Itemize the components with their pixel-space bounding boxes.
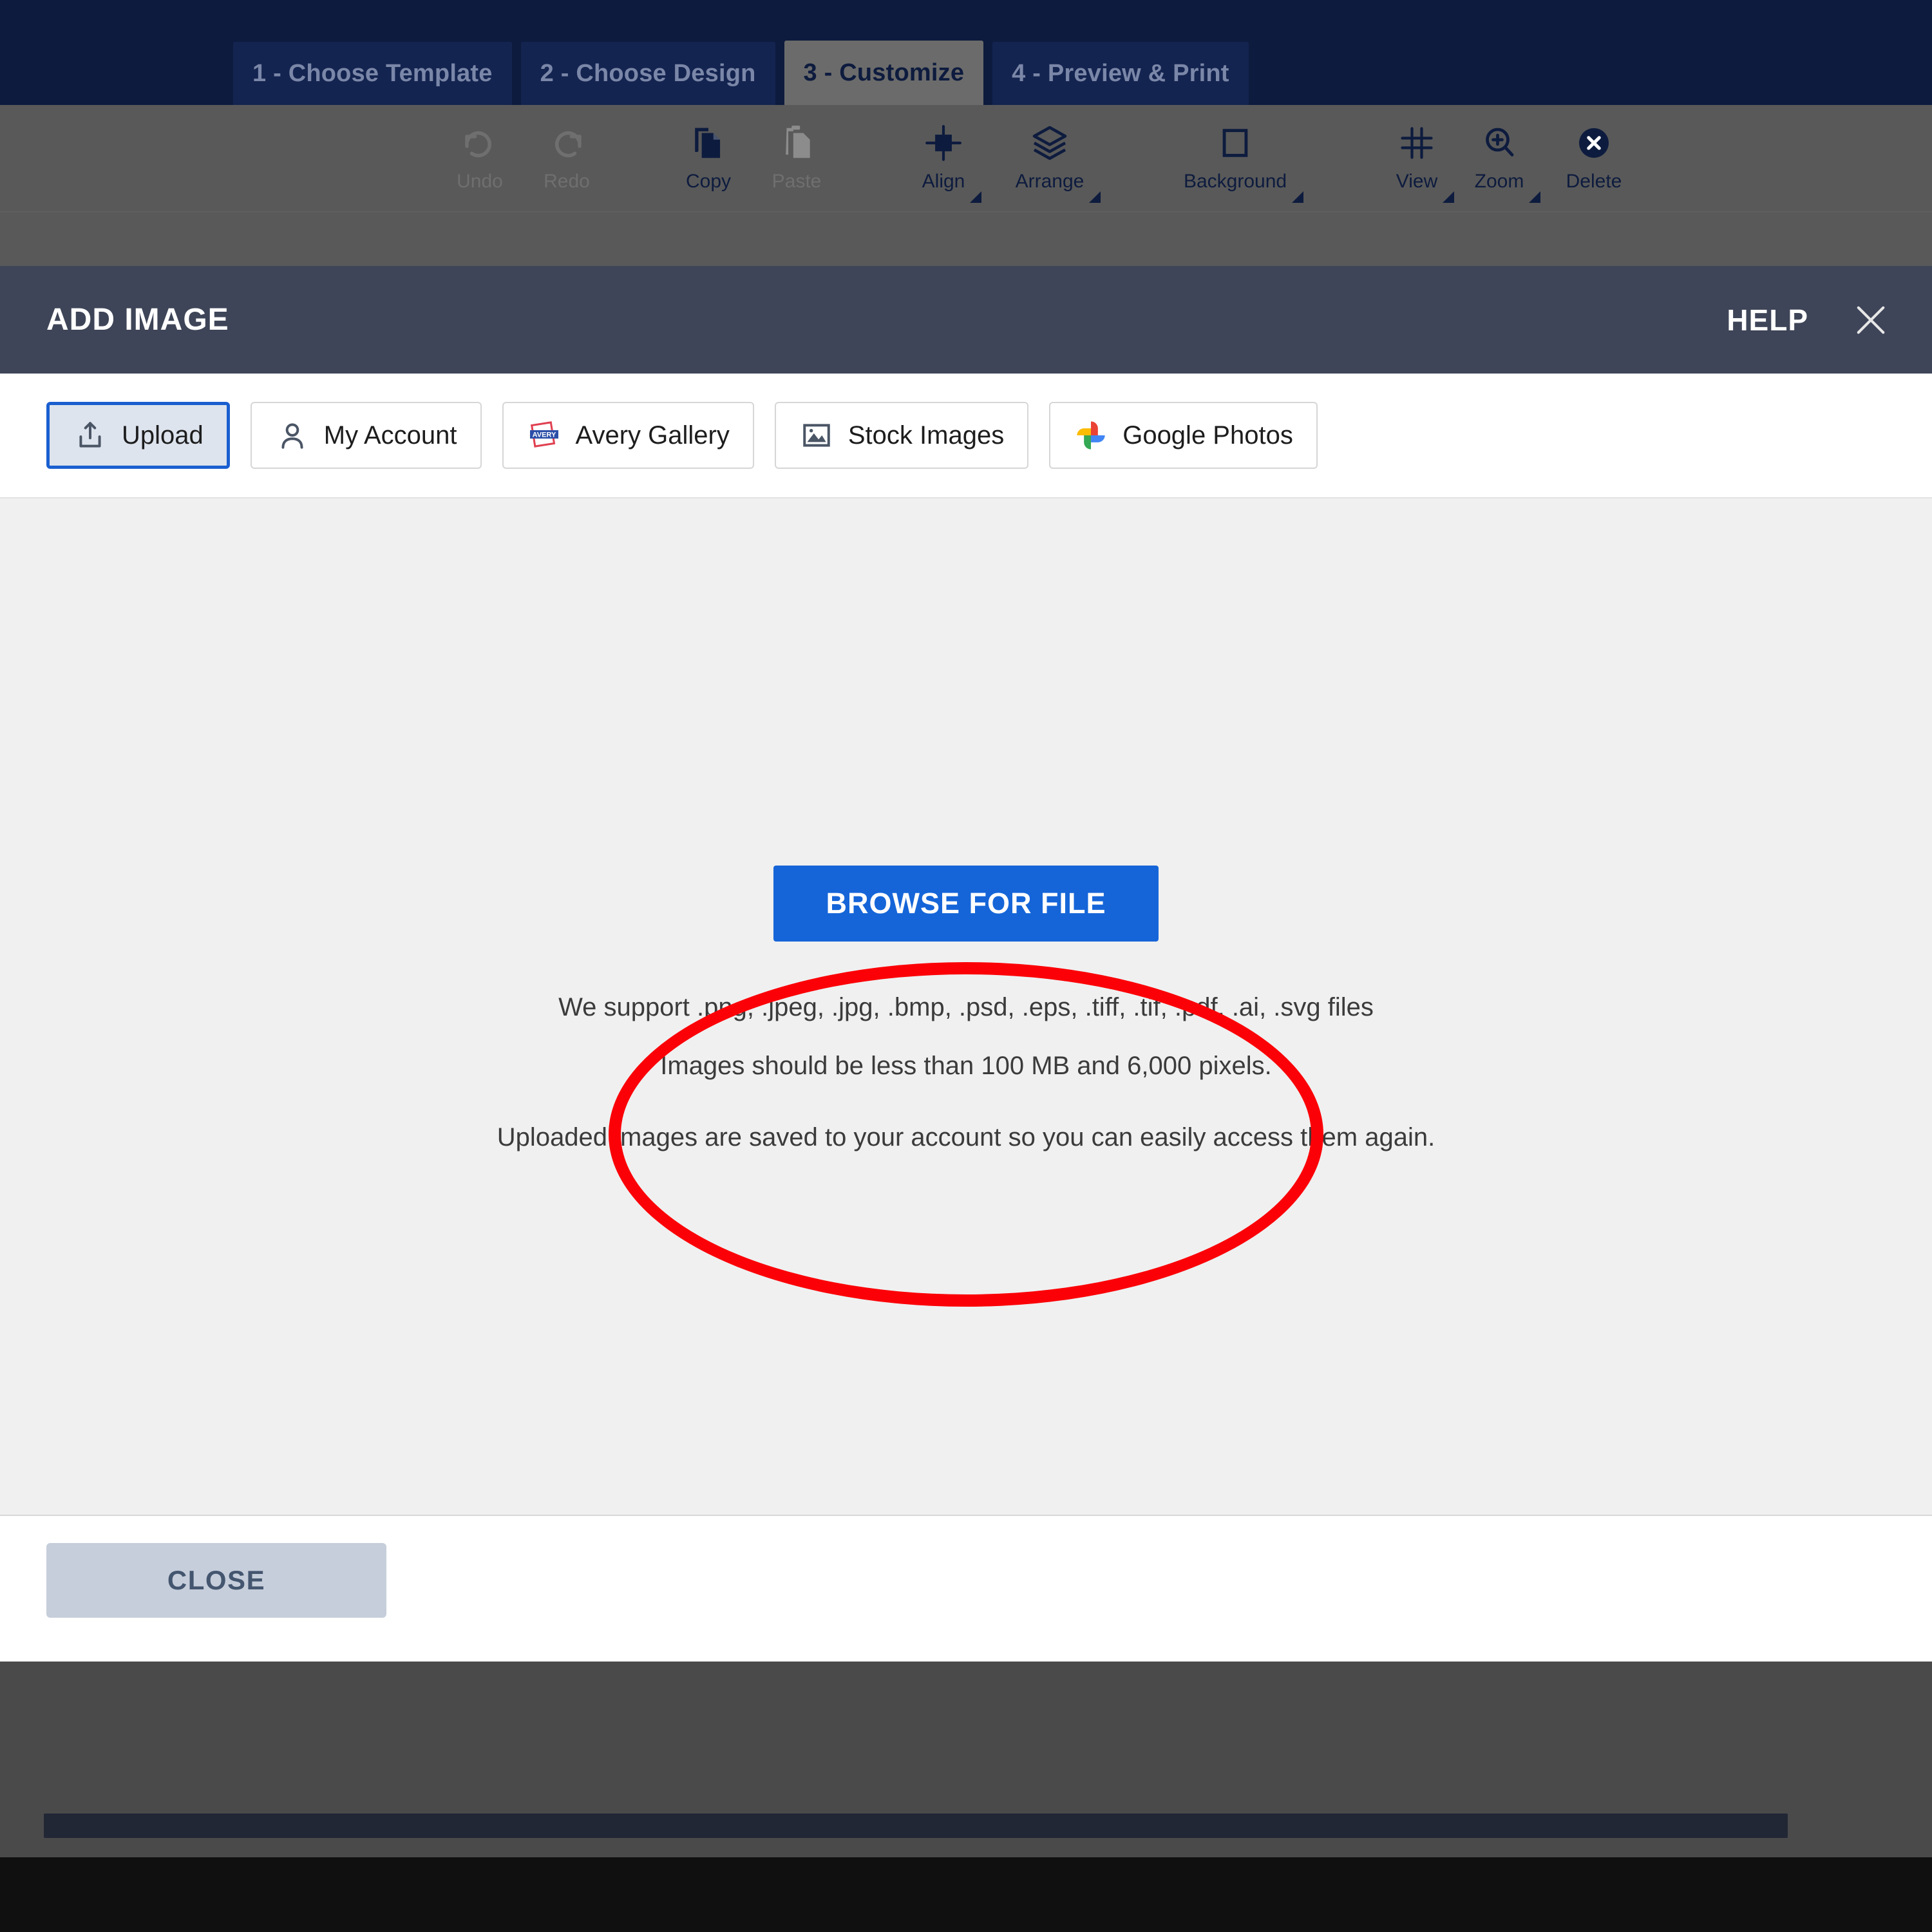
background-caret-icon [1292, 191, 1303, 203]
add-image-modal: ADD IMAGE HELP Upload [0, 266, 1932, 1662]
wizard-tab-choose-design[interactable]: 2 - Choose Design [521, 42, 775, 105]
modal-header: ADD IMAGE HELP [0, 266, 1932, 374]
align-icon [923, 119, 963, 167]
wizard-tab-customize[interactable]: 3 - Customize [784, 41, 984, 105]
redo-icon [547, 119, 586, 167]
toolbar-divider [0, 211, 1932, 213]
toolbar-paste-label: Paste [772, 171, 822, 193]
toolbar-zoom-button[interactable]: Zoom [1451, 119, 1548, 193]
toolbar-delete-button[interactable]: Delete [1546, 119, 1642, 193]
saved-to-account-text: Uploaded images are saved to your accoun… [497, 1123, 1435, 1152]
toolbar-copy-label: Copy [686, 171, 731, 193]
upload-tray-icon [73, 418, 108, 453]
toolbar-redo-button[interactable]: Redo [518, 119, 615, 193]
toolbar-zoom-label: Zoom [1475, 171, 1524, 193]
toolbar-paste-button[interactable]: Paste [748, 119, 845, 193]
arrange-layers-icon [1029, 119, 1070, 167]
size-limit-text: Images should be less than 100 MB and 6,… [660, 1052, 1272, 1081]
toolbar-copy-button[interactable]: Copy [660, 119, 757, 193]
source-tab-google-photos[interactable]: Google Photos [1049, 402, 1318, 469]
close-button[interactable]: CLOSE [46, 1543, 386, 1618]
toolbar-undo-label: Undo [457, 171, 503, 193]
toolbar-arrange-button[interactable]: Arrange [1001, 119, 1098, 193]
undo-icon [460, 119, 499, 167]
image-source-tabs: Upload My Account AVERY Avery Gallery [0, 374, 1932, 497]
zoom-caret-icon [1529, 191, 1540, 203]
align-caret-icon [970, 191, 981, 203]
paste-icon [777, 119, 817, 167]
upload-drop-area[interactable]: BROWSE FOR FILE We support .png, .jpeg, … [0, 497, 1932, 1516]
source-tab-stock-images[interactable]: Stock Images [775, 402, 1028, 469]
modal-header-actions: HELP [1727, 298, 1893, 343]
horizontal-scrollbar[interactable] [44, 1814, 1788, 1838]
toolbar-undo-button[interactable]: Undo [431, 119, 528, 193]
toolbar-background-button[interactable]: Background [1187, 119, 1283, 193]
source-tab-avery-gallery[interactable]: AVERY Avery Gallery [502, 402, 754, 469]
wizard-tabs: 1 - Choose Template 2 - Choose Design 3 … [233, 41, 1258, 105]
wizard-step-bar: 1 - Choose Template 2 - Choose Design 3 … [0, 0, 1932, 105]
source-tab-my-account[interactable]: My Account [251, 402, 482, 469]
view-grid-icon [1397, 119, 1436, 167]
bottom-black-strip [0, 1857, 1932, 1932]
toolbar-redo-label: Redo [544, 171, 590, 193]
close-x-icon[interactable] [1848, 298, 1893, 343]
supported-formats-text: We support .png, .jpeg, .jpg, .bmp, .psd… [558, 993, 1374, 1022]
browse-for-file-button[interactable]: BROWSE FOR FILE [773, 866, 1159, 942]
editor-toolbar: Undo Redo Copy [0, 105, 1932, 266]
source-tab-google-photos-label: Google Photos [1122, 421, 1293, 450]
arrange-caret-icon [1089, 191, 1101, 203]
avery-logo-icon: AVERY [527, 418, 562, 453]
view-caret-icon [1443, 191, 1454, 203]
source-tab-upload-label: Upload [122, 421, 204, 450]
wizard-tab-choose-template[interactable]: 1 - Choose Template [233, 42, 512, 105]
source-tab-upload[interactable]: Upload [46, 402, 230, 469]
google-photos-pinwheel-icon [1074, 418, 1108, 453]
toolbar-align-button[interactable]: Align [895, 119, 992, 193]
wizard-tab-preview-print[interactable]: 4 - Preview & Print [992, 42, 1248, 105]
toolbar-items: Undo Redo Copy [0, 105, 1932, 211]
person-icon [275, 418, 310, 453]
modal-footer: CLOSE [0, 1516, 1932, 1645]
zoom-magnifier-icon [1480, 119, 1519, 167]
copy-icon [688, 119, 728, 167]
source-tab-avery-gallery-label: Avery Gallery [576, 421, 730, 450]
modal-title: ADD IMAGE [46, 302, 229, 337]
toolbar-view-label: View [1396, 171, 1437, 193]
toolbar-align-label: Align [922, 171, 965, 193]
toolbar-arrange-label: Arrange [1016, 171, 1084, 193]
help-link[interactable]: HELP [1727, 303, 1808, 337]
background-square-icon [1217, 119, 1254, 167]
source-tab-stock-images-label: Stock Images [848, 421, 1004, 450]
toolbar-delete-label: Delete [1566, 171, 1622, 193]
svg-text:AVERY: AVERY [532, 431, 556, 439]
picture-frame-icon [799, 418, 834, 453]
delete-circle-x-icon [1575, 119, 1613, 167]
source-tab-my-account-label: My Account [324, 421, 457, 450]
toolbar-background-label: Background [1184, 171, 1287, 193]
